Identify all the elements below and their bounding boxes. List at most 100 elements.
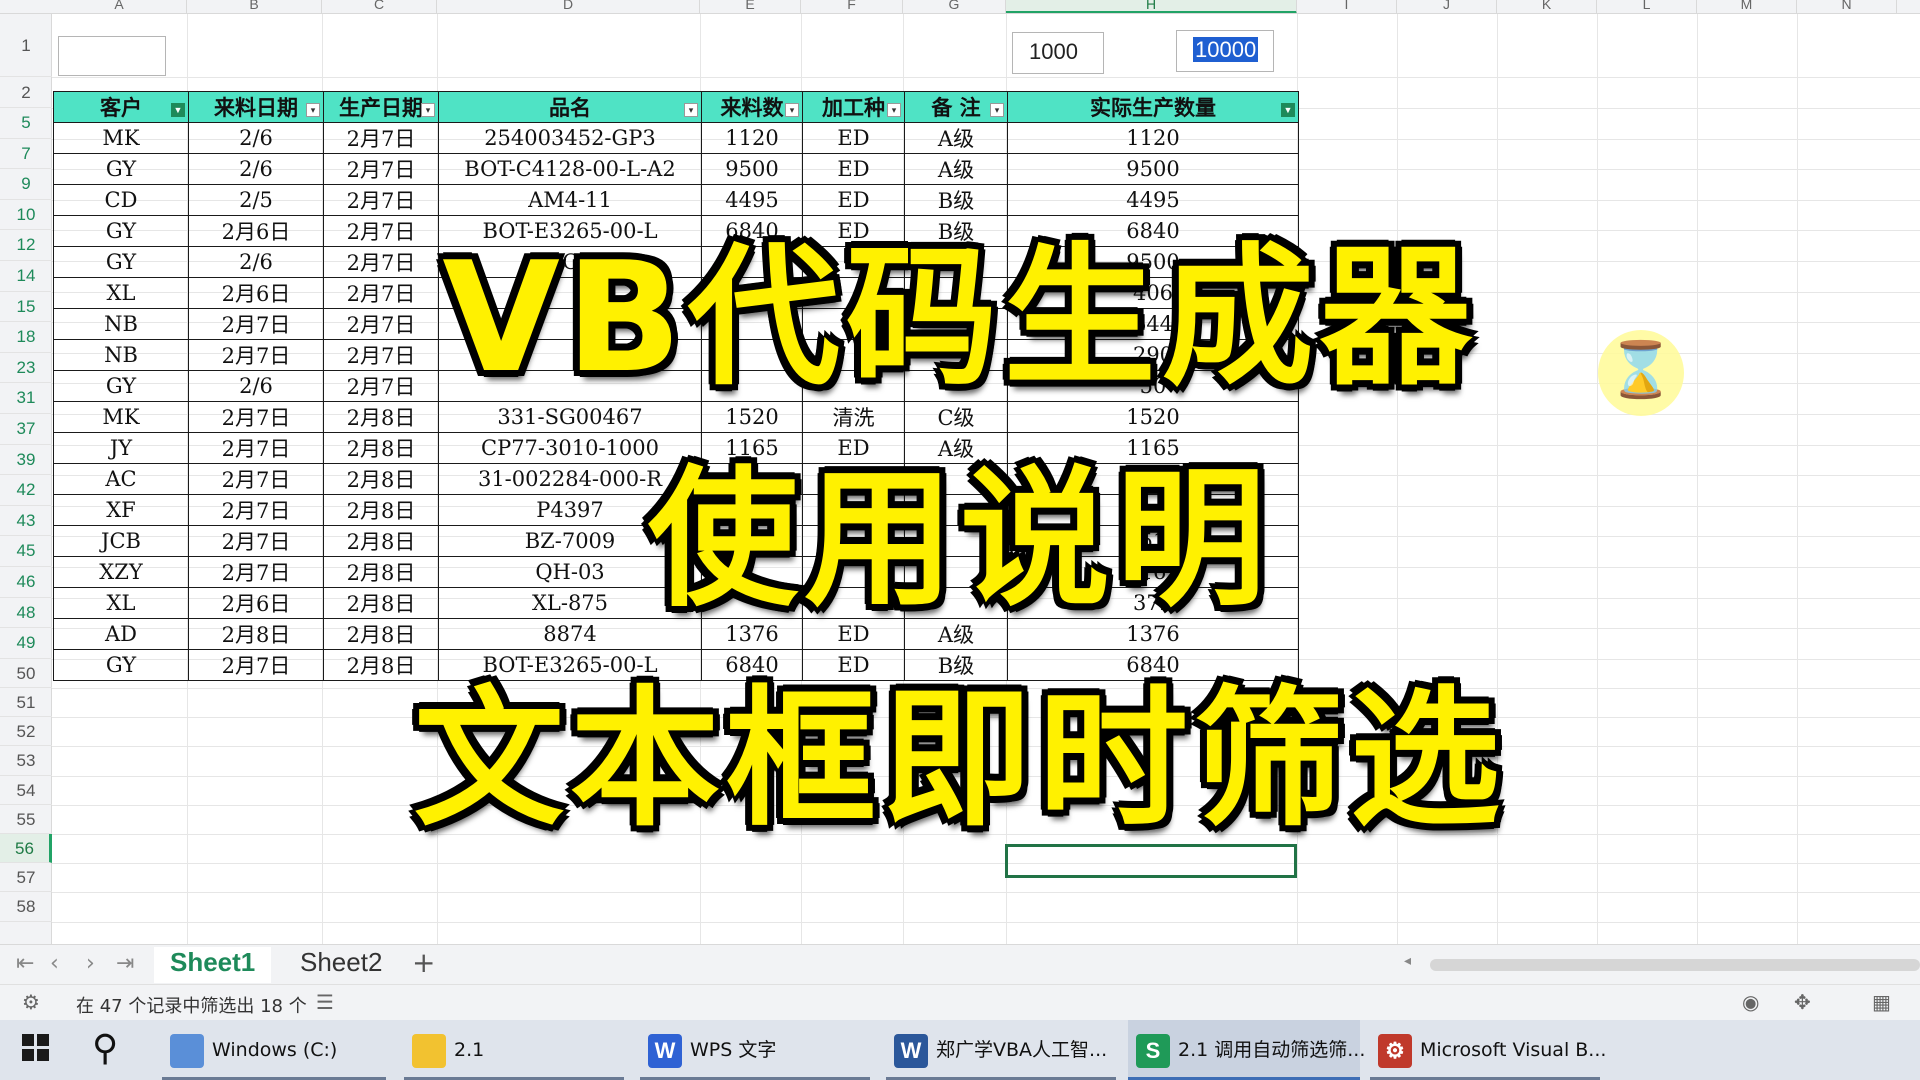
column-header-m[interactable]: M bbox=[1697, 0, 1797, 13]
filter-dropdown-icon[interactable]: ▾ bbox=[684, 103, 698, 117]
table-cell[interactable]: 2/6 bbox=[188, 153, 324, 185]
windows-start-icon[interactable] bbox=[22, 1034, 50, 1062]
table-cell[interactable]: B级 bbox=[904, 184, 1008, 216]
row-header[interactable]: 1 bbox=[0, 14, 52, 77]
row-header[interactable]: 57 bbox=[0, 863, 52, 893]
horizontal-scrollbar[interactable] bbox=[1430, 959, 1920, 971]
table-cell[interactable]: ED bbox=[802, 153, 905, 185]
table-cell[interactable]: CD bbox=[53, 184, 189, 216]
column-header-b[interactable]: B bbox=[187, 0, 322, 13]
taskbar-item[interactable]: ⚙ Microsoft Visual B... bbox=[1370, 1020, 1606, 1080]
column-title: 来料日期 ▾ bbox=[188, 91, 324, 123]
row-header[interactable]: 7 bbox=[0, 139, 52, 170]
column-header-j[interactable]: J bbox=[1397, 0, 1497, 13]
taskbar-item-label: WPS 文字 bbox=[690, 1039, 777, 1061]
column-title: 客户 ▼ bbox=[53, 91, 189, 123]
column-title-label: 来料日期 bbox=[214, 95, 298, 120]
next-sheet-icon[interactable]: › bbox=[86, 951, 95, 976]
last-sheet-icon[interactable]: ⇥ bbox=[116, 951, 134, 976]
prev-sheet-icon[interactable]: ‹ bbox=[50, 951, 59, 976]
table-cell[interactable]: 2/5 bbox=[188, 184, 324, 216]
a1-textbox[interactable] bbox=[58, 36, 166, 76]
table-cell[interactable]: ED bbox=[802, 184, 905, 216]
windows-taskbar: ⚲ Windows (C:) 2.1 W WPS 文字 W 郑广学VBA人工智... S 2.… bbox=[0, 1020, 1920, 1080]
table-cell[interactable]: 1120 bbox=[1007, 122, 1299, 154]
column-title-label: 备 注 bbox=[931, 95, 981, 120]
search-icon[interactable]: ⚲ bbox=[92, 1028, 118, 1069]
taskbar-item[interactable]: W 郑广学VBA人工智... bbox=[886, 1020, 1116, 1080]
filter-dropdown-icon[interactable]: ▾ bbox=[306, 103, 320, 117]
column-header-l[interactable]: L bbox=[1597, 0, 1697, 13]
filter-dropdown-icon[interactable]: ▾ bbox=[887, 103, 901, 117]
table-row: CD 2/5 2月7日 AM4-11 4495 ED B级 4495 bbox=[53, 184, 1299, 216]
folder-icon bbox=[412, 1034, 446, 1068]
first-sheet-icon[interactable]: ⇤ bbox=[16, 951, 34, 976]
filter-dropdown-icon[interactable]: ▾ bbox=[990, 103, 1004, 117]
column-header-c[interactable]: C bbox=[322, 0, 437, 13]
table-cell[interactable]: 2月7日 bbox=[323, 153, 439, 185]
table-cell[interactable]: 2月7日 bbox=[323, 122, 439, 154]
min-value-textbox[interactable]: 1000 bbox=[1012, 32, 1104, 74]
table-cell[interactable]: 4495 bbox=[701, 184, 803, 216]
column-header-row: ABCDEFGHIJKLMN bbox=[0, 0, 1920, 14]
add-sheet-button[interactable]: + bbox=[412, 946, 435, 979]
row-header[interactable]: 5 bbox=[0, 108, 52, 139]
status-bar: ⚙ 在 47 个记录中筛选出 18 个 ☰ ◉ ✥ ▦ bbox=[0, 984, 1920, 1020]
taskbar-item[interactable]: Windows (C:) bbox=[162, 1020, 386, 1080]
vba-editor-icon: ⚙ bbox=[1378, 1034, 1412, 1068]
table-cell[interactable]: 2/6 bbox=[188, 122, 324, 154]
column-header-k[interactable]: K bbox=[1497, 0, 1597, 13]
table-cell[interactable]: 1120 bbox=[701, 122, 803, 154]
column-header-n[interactable]: N bbox=[1797, 0, 1897, 13]
active-filter-icon[interactable]: ▼ bbox=[1281, 103, 1295, 117]
filter-dropdown-icon[interactable]: ▾ bbox=[785, 103, 799, 117]
column-title: 生产日期 ▾ bbox=[323, 91, 439, 123]
scroll-left-icon[interactable]: ◂ bbox=[1404, 953, 1411, 969]
filter-dropdown-icon[interactable]: ▾ bbox=[421, 103, 435, 117]
row-header[interactable]: 10 bbox=[0, 200, 52, 231]
sheet-tab-bar: ⇤ ‹ › ⇥ Sheet1 Sheet2 + ◂ bbox=[0, 944, 1920, 984]
column-header-i[interactable]: I bbox=[1297, 0, 1397, 13]
column-header-g[interactable]: G bbox=[903, 0, 1006, 13]
table-cell[interactable]: 9500 bbox=[1007, 153, 1299, 185]
table-cell[interactable]: 4495 bbox=[1007, 184, 1299, 216]
max-value-textbox[interactable]: 10000 bbox=[1176, 30, 1274, 72]
row-header[interactable]: 58 bbox=[0, 892, 52, 922]
table-cell[interactable]: MK bbox=[53, 122, 189, 154]
active-filter-icon[interactable]: ▼ bbox=[171, 103, 185, 117]
table-cell[interactable]: ED bbox=[802, 122, 905, 154]
row-header[interactable]: 9 bbox=[0, 169, 52, 200]
table-cell[interactable]: GY bbox=[53, 153, 189, 185]
taskbar-item[interactable]: 2.1 bbox=[404, 1020, 624, 1080]
table-header-row: 客户 ▼ 来料日期 ▾ 生产日期 ▾ 品名 ▾ 来料数 ▾ 加工种 ▾ 备 注 ▾ 实际生产数量 ▼ bbox=[53, 91, 1299, 123]
tab-sheet1[interactable]: Sheet1 bbox=[154, 947, 272, 983]
table-cell[interactable]: AM4-11 bbox=[438, 184, 702, 216]
row-header[interactable]: 2 bbox=[0, 77, 52, 108]
table-cell[interactable]: A级 bbox=[904, 153, 1008, 185]
eye-protection-icon[interactable]: ◉ bbox=[1742, 990, 1759, 1014]
table-cell[interactable]: A级 bbox=[904, 122, 1008, 154]
list-icon[interactable]: ☰ bbox=[316, 990, 334, 1014]
table-cell[interactable]: 9500 bbox=[701, 153, 803, 185]
row-header[interactable]: 49 bbox=[0, 628, 52, 659]
taskbar-item[interactable]: W WPS 文字 bbox=[640, 1020, 870, 1080]
column-header-f[interactable]: F bbox=[801, 0, 903, 13]
column-header-h[interactable]: H bbox=[1006, 0, 1297, 13]
table-cell[interactable]: BOT-C4128-00-L-A2 bbox=[438, 153, 702, 185]
column-header-d[interactable]: D bbox=[437, 0, 700, 13]
column-header-a[interactable]: A bbox=[52, 0, 187, 13]
move-icon[interactable]: ✥ bbox=[1794, 990, 1811, 1014]
tab-sheet2[interactable]: Sheet2 bbox=[284, 947, 398, 983]
table-cell[interactable]: 2月7日 bbox=[323, 184, 439, 216]
normal-view-icon[interactable]: ▦ bbox=[1872, 990, 1891, 1014]
column-header-e[interactable]: E bbox=[700, 0, 801, 13]
taskbar-item-label: 2.1 调用自动筛选筛... bbox=[1178, 1039, 1366, 1061]
macro-record-icon[interactable]: ⚙ bbox=[22, 990, 40, 1014]
taskbar-item-label: Windows (C:) bbox=[212, 1039, 338, 1061]
column-title: 品名 ▾ bbox=[438, 91, 702, 123]
table-cell[interactable]: 254003452-GP3 bbox=[438, 122, 702, 154]
taskbar-item[interactable]: S 2.1 调用自动筛选筛... bbox=[1128, 1020, 1365, 1080]
taskbar-item-label: Microsoft Visual B... bbox=[1420, 1039, 1607, 1061]
row-header[interactable]: 37 bbox=[0, 414, 52, 445]
column-title-label: 客户 bbox=[100, 95, 142, 120]
